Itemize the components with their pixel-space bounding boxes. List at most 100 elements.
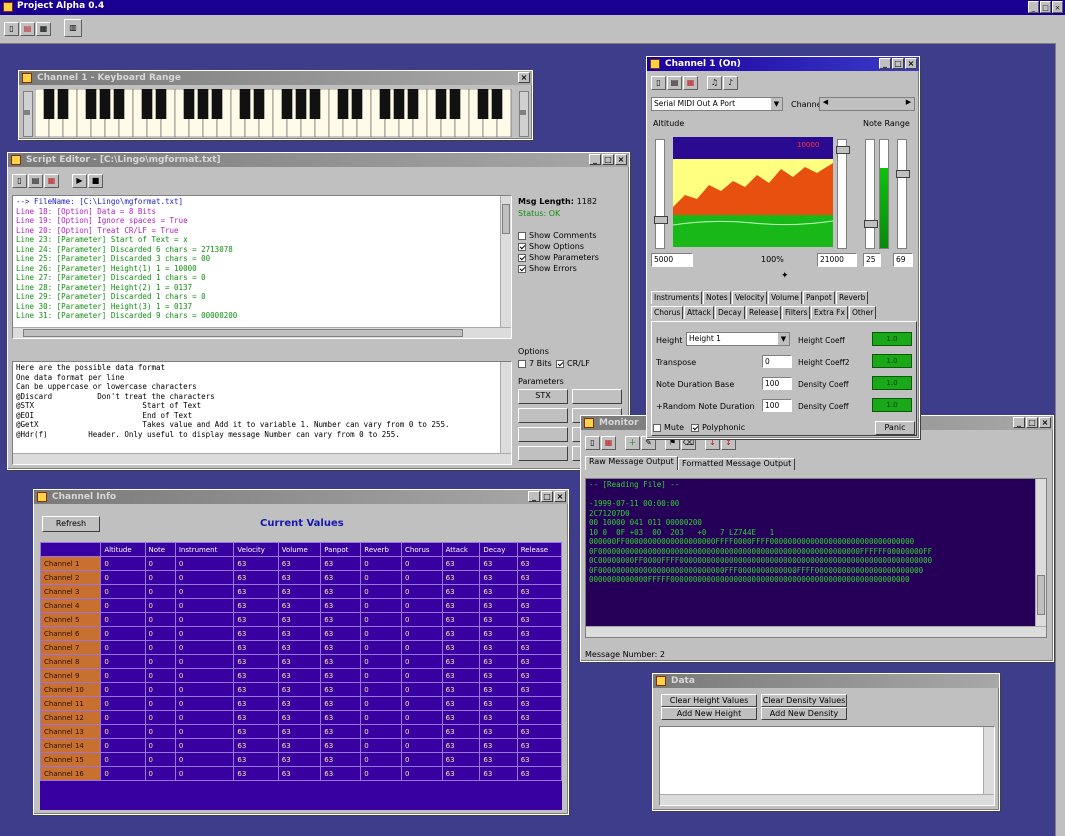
save-icon[interactable]: ▦ xyxy=(601,436,616,450)
parameter-button[interactable] xyxy=(518,408,568,423)
save-icon[interactable]: ▦ xyxy=(36,22,51,36)
minimize-icon[interactable]: _ xyxy=(879,58,891,69)
height-select[interactable]: Height 1 ▼ xyxy=(686,332,790,346)
black-key[interactable] xyxy=(379,89,391,119)
channel1-tab[interactable]: Decay xyxy=(715,306,745,319)
option-7bits[interactable]: 7 Bits xyxy=(518,359,552,368)
minimize-button[interactable]: _ xyxy=(1028,1,1039,13)
close-icon[interactable]: × xyxy=(905,58,917,69)
open-icon[interactable]: ▤ xyxy=(667,76,682,90)
black-key[interactable] xyxy=(99,89,111,119)
black-key[interactable] xyxy=(393,89,405,119)
black-key[interactable] xyxy=(183,89,195,119)
maximize-button[interactable]: □ xyxy=(1040,1,1051,13)
new-icon[interactable]: ▯ xyxy=(585,436,600,450)
black-key[interactable] xyxy=(155,89,167,119)
maximize-icon[interactable]: □ xyxy=(892,58,904,69)
monitor-vscroll[interactable] xyxy=(1035,479,1046,627)
altitude-graph[interactable] xyxy=(673,137,833,247)
show-option-checkbox[interactable]: Show Options xyxy=(518,242,628,253)
minimize-icon[interactable]: _ xyxy=(528,491,540,502)
black-key[interactable] xyxy=(57,89,69,119)
run-icon[interactable]: ▶ xyxy=(72,174,87,188)
close-icon[interactable]: × xyxy=(1039,417,1051,428)
polyphonic-checkbox[interactable]: Polyphonic xyxy=(691,423,745,432)
black-key[interactable] xyxy=(141,89,153,119)
maximize-icon[interactable]: □ xyxy=(602,154,614,165)
script-output-area[interactable]: --> FileName: [C:\Lingo\mgformat.txt] Lin… xyxy=(12,195,512,339)
note-duration-field[interactable]: 100 xyxy=(762,377,792,390)
channel1-tab[interactable]: Other xyxy=(849,306,877,319)
mute-checkbox[interactable]: Mute xyxy=(653,423,684,432)
channel1-tab[interactable]: Instruments xyxy=(651,291,703,304)
new-icon[interactable]: ▯ xyxy=(4,22,19,36)
port-select[interactable]: Serial MIDI Out A Port ▼ xyxy=(651,97,783,111)
save-icon[interactable]: ▦ xyxy=(683,76,698,90)
maximize-icon[interactable]: □ xyxy=(541,491,553,502)
black-key[interactable] xyxy=(239,89,251,119)
channel1-tab[interactable]: Reverb xyxy=(836,291,869,304)
tab-formatted-message-output[interactable]: Formatted Message Output xyxy=(678,458,796,470)
show-option-checkbox[interactable]: Show Errors xyxy=(518,264,628,275)
monitor-hscroll[interactable] xyxy=(586,626,1046,637)
channel1-tab[interactable]: Panpot xyxy=(803,291,835,304)
altitude-slider-right[interactable] xyxy=(836,139,850,249)
checkbox-box[interactable] xyxy=(518,253,526,262)
right-scrollbar[interactable] xyxy=(1055,43,1065,836)
maximize-icon[interactable]: □ xyxy=(1026,417,1038,428)
channel-spinner[interactable]: ◀ ▶ xyxy=(819,97,915,111)
black-key[interactable] xyxy=(477,89,489,119)
range-hi-field[interactable]: 69 xyxy=(893,253,913,267)
random-duration-field[interactable]: 100 xyxy=(762,399,792,412)
add-height-button[interactable]: Add New Height xyxy=(661,707,757,720)
data-text-area[interactable] xyxy=(659,726,995,806)
channel1-tab[interactable]: Attack xyxy=(684,306,714,319)
black-key[interactable] xyxy=(309,89,321,119)
black-key[interactable] xyxy=(295,89,307,119)
black-key[interactable] xyxy=(253,89,265,119)
altitude-max-field[interactable]: 21000 xyxy=(817,253,857,267)
altitude-slider-left[interactable] xyxy=(654,139,668,249)
add-icon[interactable]: ＋ xyxy=(625,436,640,450)
new-icon[interactable]: ▯ xyxy=(651,76,666,90)
raw-message-output[interactable]: -- [Reading File] -- -1999-07-11 00:00:0… xyxy=(585,478,1047,638)
save-icon[interactable]: ▦ xyxy=(44,174,59,188)
minimize-icon[interactable]: _ xyxy=(1013,417,1025,428)
script-vscroll[interactable] xyxy=(500,196,511,328)
channel1-tab[interactable]: Filters xyxy=(782,306,811,319)
black-key[interactable] xyxy=(43,89,55,119)
open-icon[interactable]: ▤ xyxy=(20,22,35,36)
black-key[interactable] xyxy=(449,89,461,119)
keyboard-slider-left[interactable] xyxy=(23,91,33,137)
note-range-slider-lo[interactable] xyxy=(864,139,878,249)
close-icon[interactable]: × xyxy=(615,154,627,165)
panic-button[interactable]: Panic xyxy=(875,421,915,435)
refresh-button[interactable]: Refresh xyxy=(42,516,100,532)
channel1-tab[interactable]: Velocity xyxy=(732,291,768,304)
option-crlf[interactable]: CR/LF xyxy=(556,359,590,368)
clear-density-button[interactable]: Clear Density Values xyxy=(761,694,847,707)
channel1-tab[interactable]: Notes xyxy=(703,291,731,304)
close-button[interactable]: × xyxy=(1052,1,1063,13)
piano-keyboard[interactable] xyxy=(35,89,515,137)
minimize-icon[interactable]: _ xyxy=(589,154,601,165)
range-lo-field[interactable]: 25 xyxy=(863,253,881,267)
script-hscroll[interactable] xyxy=(13,327,511,338)
black-key[interactable] xyxy=(211,89,223,119)
new-icon[interactable]: ▯ xyxy=(12,174,27,188)
left-arrow-icon[interactable]: ◀ xyxy=(820,98,831,106)
checkbox-box[interactable] xyxy=(518,231,526,240)
black-key[interactable] xyxy=(113,89,125,119)
black-key[interactable] xyxy=(407,89,419,119)
instrument-icon[interactable]: ♫ xyxy=(707,76,722,90)
clear-height-button[interactable]: Clear Height Values xyxy=(661,694,757,707)
keyboard-icon[interactable]: ▥ xyxy=(64,19,82,37)
desc-hscroll[interactable] xyxy=(13,453,511,464)
parameter-button[interactable] xyxy=(518,446,568,461)
data-hscroll[interactable] xyxy=(660,794,994,805)
black-key[interactable] xyxy=(337,89,349,119)
parameter-button[interactable] xyxy=(518,427,568,442)
show-option-checkbox[interactable]: Show Parameters xyxy=(518,253,628,264)
black-key[interactable] xyxy=(197,89,209,119)
parameter-button[interactable] xyxy=(572,389,622,404)
